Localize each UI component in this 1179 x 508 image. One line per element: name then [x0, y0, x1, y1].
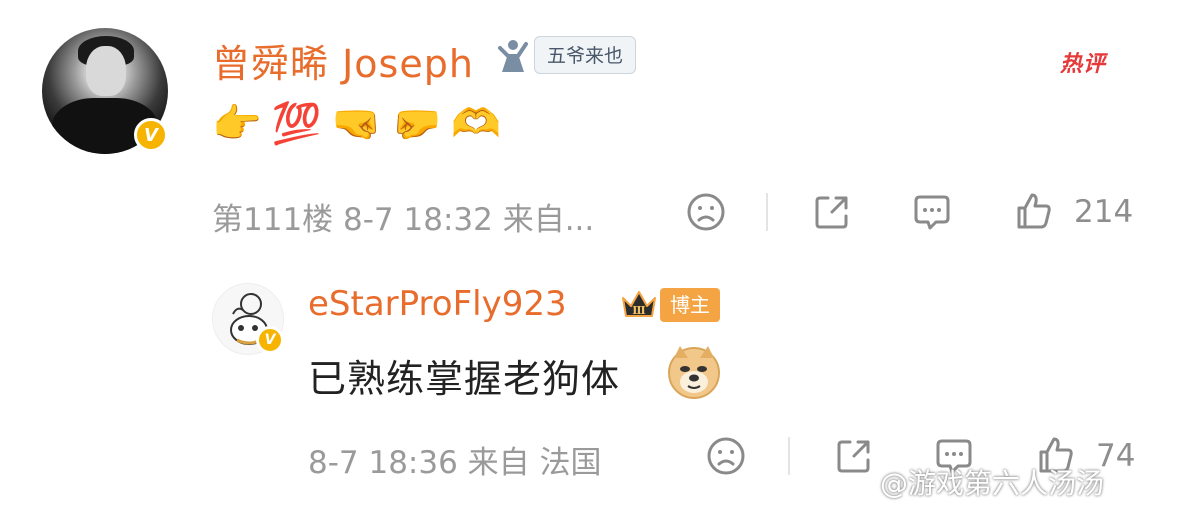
author-badge: 博主 [660, 288, 720, 322]
reply-meta: 8-7 18:36 来自 法国 [308, 445, 602, 481]
comment-meta: 第111楼 8-7 18:32 来自... [212, 202, 595, 238]
like-count: 214 [1074, 194, 1134, 230]
comment-emoji-row: 👉 💯 🤜 🤛 🫶 [212, 98, 501, 150]
doge-icon [668, 346, 720, 399]
commenter-username[interactable]: 曾舜晞 Joseph [212, 33, 474, 88]
replier-username[interactable]: eStarProFly923 [308, 284, 567, 324]
action-divider [788, 437, 790, 475]
emoji-item: 👉 [212, 101, 262, 147]
emoji-item: 💯 [271, 101, 322, 147]
share-icon[interactable] [834, 436, 874, 476]
crown-icon: Ⅲ [622, 291, 656, 317]
verified-v-icon: V [256, 326, 284, 354]
fan-badge-icon [498, 40, 528, 72]
watermark: @游戏第六人汤汤 [880, 467, 1105, 500]
hot-comment-label: 热评 [1060, 52, 1107, 77]
emoji-item: 🤜 [331, 101, 382, 147]
like-thumb-icon[interactable] [1014, 191, 1054, 231]
emoji-item: 🤛 [391, 101, 442, 147]
rank-badge: Ⅲ [632, 304, 645, 317]
verified-v-icon: V [134, 118, 168, 152]
dislike-face-icon[interactable] [686, 192, 726, 232]
comment-icon[interactable] [912, 192, 952, 232]
fan-badge[interactable]: 五爷来也 [534, 36, 637, 74]
share-icon[interactable] [812, 192, 852, 232]
reply-text: 已熟练掌握老狗体 [308, 357, 621, 401]
emoji-item: 🫶 [451, 101, 502, 147]
action-divider [766, 193, 768, 231]
dislike-face-icon[interactable] [706, 436, 746, 476]
